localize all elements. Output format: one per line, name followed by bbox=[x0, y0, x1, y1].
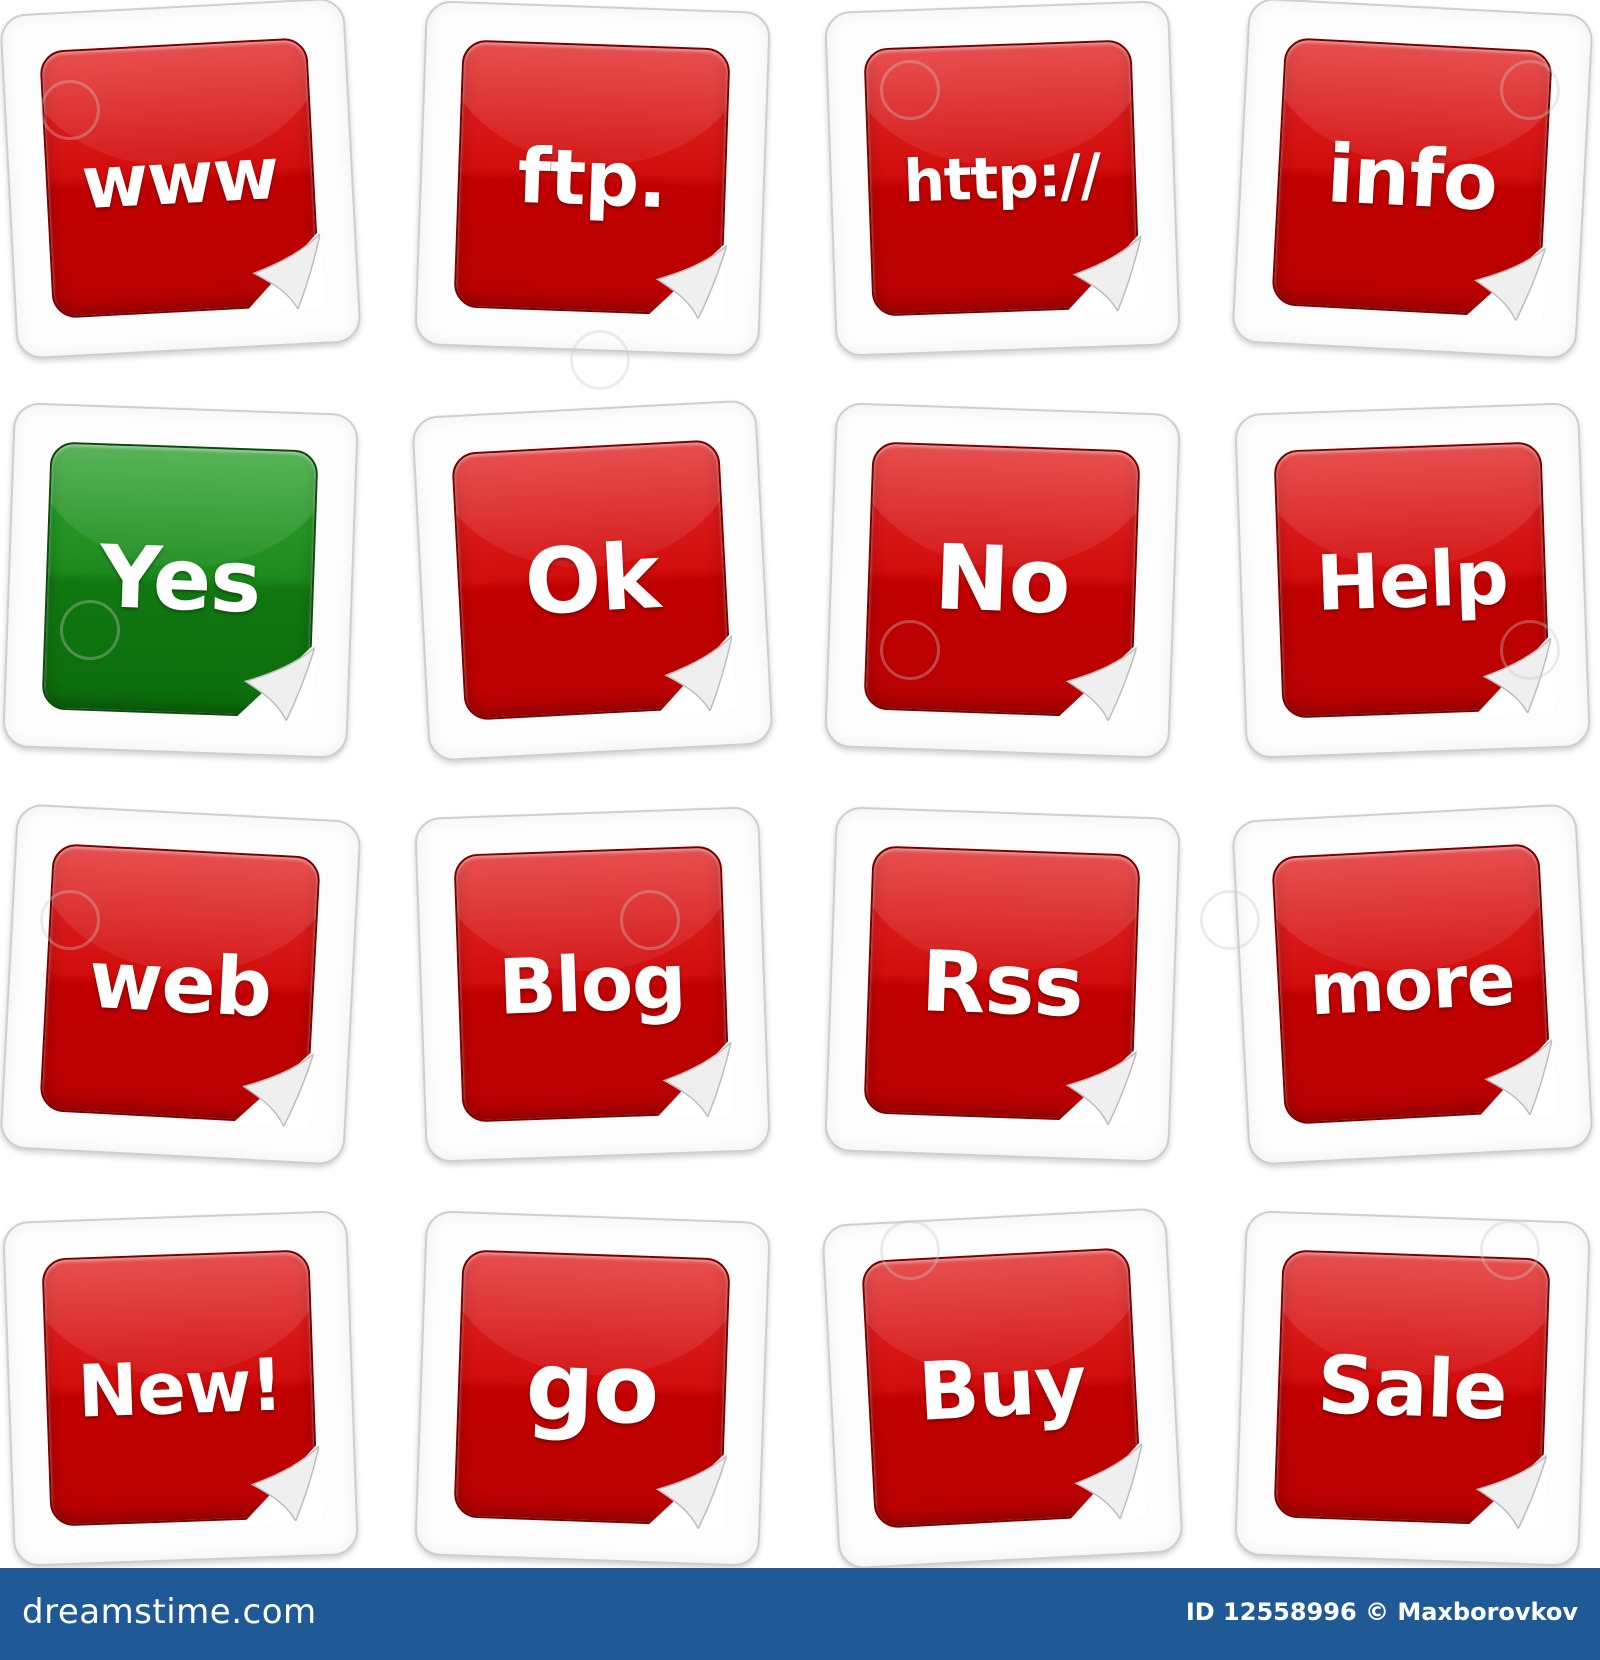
sticker-yes: Yes bbox=[2, 402, 359, 759]
watermark-swirl bbox=[880, 1220, 940, 1280]
page-curl-icon bbox=[1466, 1451, 1547, 1530]
sticker-label: Blog bbox=[497, 936, 687, 1032]
watermark-swirl bbox=[40, 80, 100, 140]
watermark-swirl bbox=[60, 600, 120, 660]
watermark-swirl bbox=[40, 890, 100, 950]
sticker-grid: www ftp. http:// info Yes Ok No Help web Blog Rss m… bbox=[0, 0, 1600, 1570]
sticker-buy: Buy bbox=[821, 1207, 1184, 1570]
page-curl-icon bbox=[646, 1451, 727, 1530]
sticker-ftp: ftp. bbox=[414, 0, 771, 357]
page-curl-icon bbox=[655, 1038, 734, 1119]
sticker-label: web bbox=[86, 932, 274, 1036]
sticker-label: more bbox=[1307, 936, 1517, 1032]
page-curl-icon bbox=[234, 643, 315, 722]
sticker-www: www bbox=[0, 0, 362, 360]
sticker-label: http:// bbox=[902, 140, 1102, 216]
footer-bar: dreamstime.com ID 12558996 © Maxborovkov bbox=[0, 1568, 1600, 1660]
sticker-no: No bbox=[824, 402, 1181, 759]
sticker-more: more bbox=[1231, 803, 1594, 1166]
sticker-help: Help bbox=[1234, 402, 1591, 759]
sticker-label: Buy bbox=[916, 1337, 1088, 1439]
watermark-swirl bbox=[880, 60, 940, 120]
page-curl-icon bbox=[1056, 643, 1137, 722]
page-curl-icon bbox=[1463, 244, 1546, 322]
page-curl-icon bbox=[1065, 232, 1144, 313]
sticker-label: ftp. bbox=[516, 130, 668, 226]
page-curl-icon bbox=[243, 1442, 322, 1523]
sticker-label: go bbox=[523, 1329, 661, 1447]
sticker-label: Help bbox=[1314, 532, 1510, 628]
page-curl-icon bbox=[1478, 1035, 1556, 1118]
sticker-info: info bbox=[1231, 0, 1594, 360]
watermark-swirl bbox=[880, 620, 940, 680]
sticker-ok: Ok bbox=[411, 399, 774, 762]
watermark-swirl bbox=[1200, 890, 1260, 950]
footer-brand: dreamstime.com bbox=[22, 1592, 317, 1632]
sticker-label: New! bbox=[76, 1342, 284, 1434]
watermark-swirl bbox=[570, 330, 630, 390]
page-curl-icon bbox=[1068, 1439, 1146, 1522]
sticker-http: http:// bbox=[824, 0, 1181, 357]
sticker-label: Sale bbox=[1315, 1338, 1509, 1438]
page-curl-icon bbox=[231, 1050, 314, 1128]
page-curl-icon bbox=[658, 631, 736, 714]
sticker-label: info bbox=[1324, 127, 1500, 229]
page-curl-icon bbox=[646, 241, 727, 320]
sticker-sale: Sale bbox=[1234, 1210, 1591, 1567]
sticker-new: New! bbox=[2, 1210, 359, 1567]
sticker-label: www bbox=[79, 130, 281, 226]
page-curl-icon bbox=[246, 229, 324, 312]
sticker-label: Rss bbox=[919, 932, 1085, 1036]
sticker-label: Ok bbox=[522, 524, 662, 636]
watermark-swirl bbox=[1480, 1220, 1540, 1280]
footer-credit: ID 12558996 © Maxborovkov bbox=[1185, 1598, 1578, 1626]
sticker-blog: Blog bbox=[414, 806, 771, 1163]
watermark-swirl bbox=[620, 890, 680, 950]
sticker-web: web bbox=[0, 803, 362, 1166]
watermark-swirl bbox=[1500, 60, 1560, 120]
page-curl-icon bbox=[1056, 1047, 1137, 1126]
sticker-rss: Rss bbox=[824, 806, 1181, 1163]
sticker-go: go bbox=[414, 1210, 771, 1567]
watermark-swirl bbox=[1500, 620, 1560, 680]
